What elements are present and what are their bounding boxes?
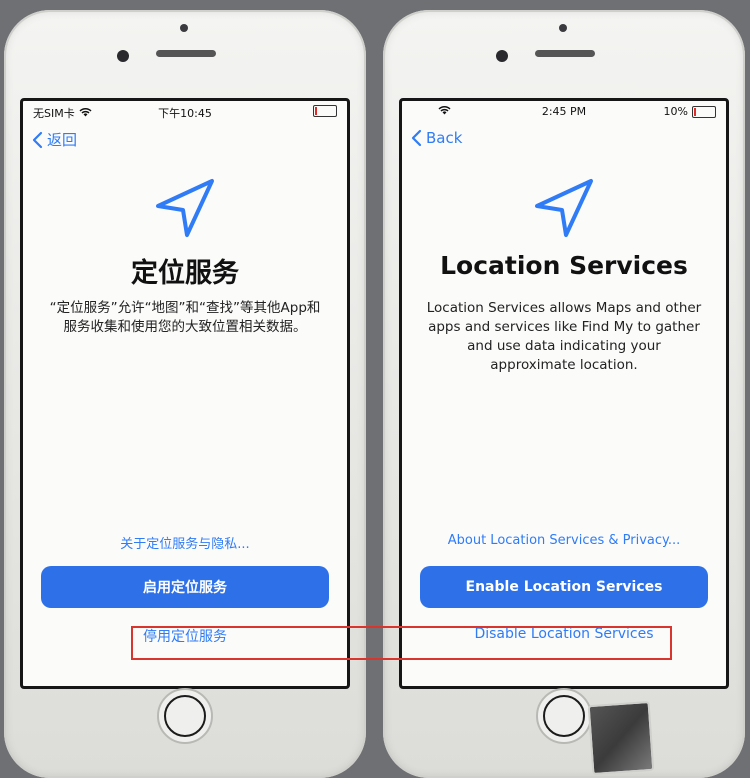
battery-icon bbox=[692, 105, 716, 118]
location-arrow-icon bbox=[156, 179, 214, 237]
proximity-sensor bbox=[180, 24, 188, 32]
chevron-left-icon bbox=[411, 129, 422, 147]
page-title: Location Services bbox=[440, 251, 688, 280]
enable-location-button[interactable]: Enable Location Services bbox=[420, 566, 708, 608]
sticker bbox=[587, 700, 655, 776]
location-arrow-icon bbox=[535, 179, 593, 237]
back-label: 返回 bbox=[47, 131, 78, 149]
home-button[interactable] bbox=[536, 688, 592, 744]
privacy-link[interactable]: 关于定位服务与隐私... bbox=[23, 533, 347, 552]
status-bar: 无SIM卡 下午10:45 bbox=[23, 105, 347, 121]
phone-right: 2:45 PM 10% Back Location Services Locat… bbox=[383, 10, 745, 778]
battery-icon bbox=[313, 105, 337, 117]
screen-right: 2:45 PM 10% Back Location Services Locat… bbox=[399, 98, 729, 689]
enable-location-button[interactable]: 启用定位服务 bbox=[41, 566, 329, 608]
status-time: 下午10:45 bbox=[158, 107, 212, 120]
back-button[interactable]: 返回 bbox=[31, 129, 77, 150]
home-button[interactable] bbox=[157, 688, 213, 744]
page-title: 定位服务 bbox=[131, 258, 239, 289]
front-camera bbox=[496, 50, 508, 62]
back-label: Back bbox=[426, 129, 463, 147]
back-button[interactable]: Back bbox=[410, 129, 462, 147]
front-camera bbox=[117, 50, 129, 62]
privacy-link[interactable]: About Location Services & Privacy... bbox=[402, 533, 726, 548]
battery-percent: 10% bbox=[663, 105, 688, 118]
earpiece-speaker bbox=[156, 50, 216, 57]
earpiece-speaker bbox=[535, 50, 595, 57]
screen-left: 无SIM卡 下午10:45 返回 定位服务 “定位服务”允许“地图”和“查找”等… bbox=[20, 98, 350, 689]
description: Location Services allows Maps and other … bbox=[426, 300, 702, 373]
phone-left: 无SIM卡 下午10:45 返回 定位服务 “定位服务”允许“地图”和“查找”等… bbox=[4, 10, 366, 778]
highlight-box bbox=[131, 626, 672, 660]
proximity-sensor bbox=[559, 24, 567, 32]
description: “定位服务”允许“地图”和“查找”等其他App和服务收集和使用您的大致位置相关数… bbox=[49, 300, 321, 335]
chevron-left-icon bbox=[32, 131, 43, 148]
status-bar: 2:45 PM 10% bbox=[402, 105, 726, 121]
